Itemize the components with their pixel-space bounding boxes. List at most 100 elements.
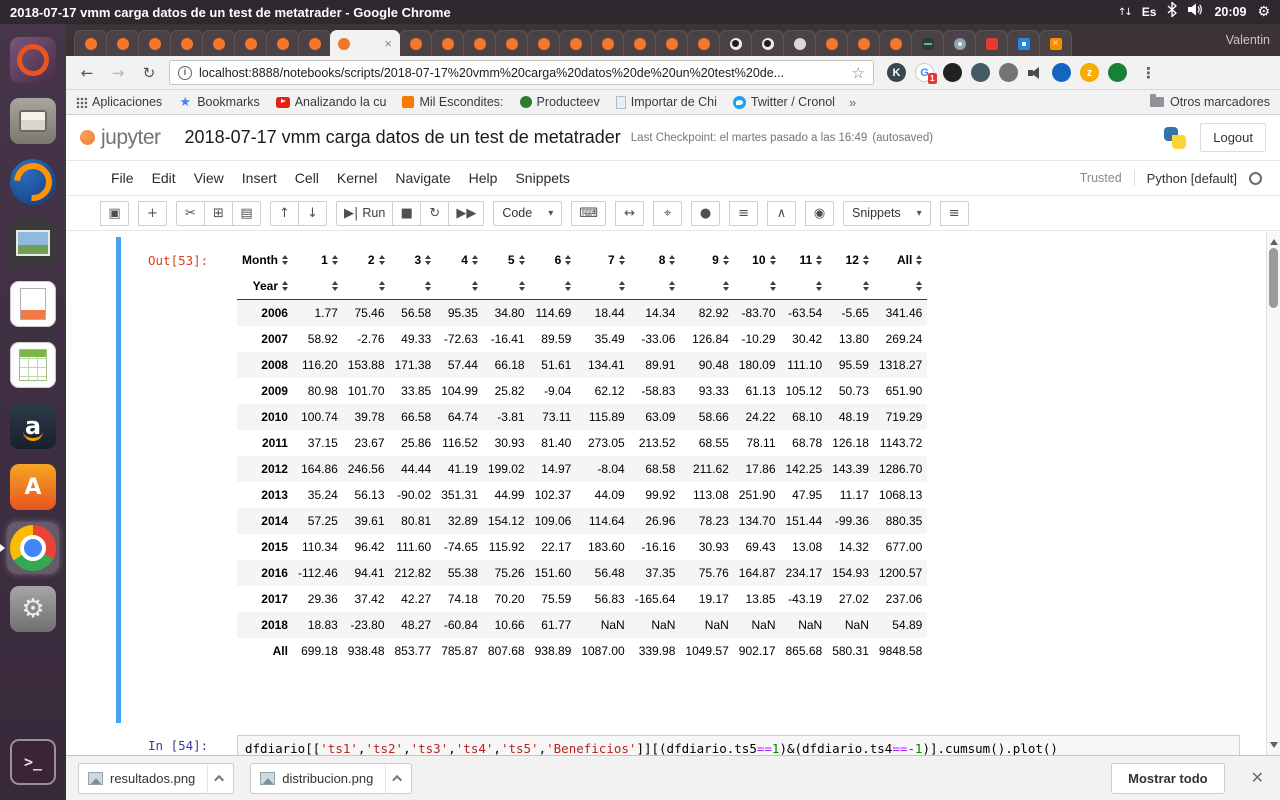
restart-run-all-button[interactable]: ▶▶ xyxy=(448,201,484,226)
browser-tab[interactable] xyxy=(815,30,848,56)
page-scrollbar[interactable] xyxy=(1266,232,1280,755)
sort-icon[interactable] xyxy=(863,281,869,291)
browser-tab[interactable] xyxy=(847,30,880,56)
browser-tab[interactable] xyxy=(431,30,464,56)
hide-input-button[interactable]: ◉ xyxy=(805,201,834,226)
browser-tab[interactable] xyxy=(911,30,944,56)
ext-green-icon[interactable] xyxy=(1108,63,1127,82)
ext-gray-icon[interactable] xyxy=(999,63,1018,82)
sort-icon[interactable] xyxy=(519,255,525,265)
launcher-item-chrome[interactable] xyxy=(7,522,59,574)
sort-icon[interactable] xyxy=(379,281,385,291)
collapse-heading-button[interactable]: ∧ xyxy=(767,201,796,226)
output-cell[interactable]: Out[53]: Month123456789101112AllYear2006… xyxy=(116,237,1240,723)
show-all-downloads-button[interactable]: Mostrar todo xyxy=(1111,763,1224,794)
snippets-list-button[interactable]: ≡ xyxy=(940,201,969,226)
browser-tab[interactable] xyxy=(751,30,784,56)
move-cell-up-button[interactable]: ↑ xyxy=(270,201,299,226)
jupyter-logo[interactable]: jupyter xyxy=(80,126,161,150)
sort-icon[interactable] xyxy=(816,255,822,265)
network-arrows-icon[interactable]: ↑↓ xyxy=(1118,7,1131,18)
sort-icon[interactable] xyxy=(332,281,338,291)
bookmark-youtube[interactable]: Analizando la cu xyxy=(276,95,387,109)
launcher-item-firefox[interactable] xyxy=(7,156,59,208)
cell-type-select[interactable]: Code ▾ xyxy=(493,201,562,226)
bluetooth-icon[interactable] xyxy=(1167,2,1177,22)
launcher-item-files[interactable] xyxy=(7,95,59,147)
download-menu-button[interactable] xyxy=(207,764,233,793)
sort-icon[interactable] xyxy=(916,281,922,291)
browser-tab[interactable] xyxy=(559,30,592,56)
sort-icon[interactable] xyxy=(425,281,431,291)
resize-arrows-button[interactable]: ↔ xyxy=(615,201,644,226)
browser-tab[interactable] xyxy=(943,30,976,56)
paste-cell-button[interactable]: ▤ xyxy=(232,201,261,226)
chrome-menu-button[interactable]: ⋮ xyxy=(1136,64,1161,82)
menu-insert[interactable]: Insert xyxy=(233,164,286,192)
launcher-item-ubuntu-dash[interactable] xyxy=(7,34,59,86)
address-bar[interactable]: i localhost:8888/notebooks/scripts/2018-… xyxy=(169,60,874,85)
sort-icon[interactable] xyxy=(916,255,922,265)
browser-tab[interactable] xyxy=(975,30,1008,56)
bookmark-doc[interactable]: Importar de Chi xyxy=(616,95,717,109)
menu-cell[interactable]: Cell xyxy=(286,164,328,192)
menu-snippets[interactable]: Snippets xyxy=(506,164,578,192)
browser-tab[interactable] xyxy=(655,30,688,56)
clock[interactable]: 20:09 xyxy=(1214,5,1246,19)
menu-file[interactable]: File xyxy=(102,164,143,192)
ext-google-icon[interactable]: G1 xyxy=(915,63,934,82)
browser-tab[interactable] xyxy=(298,30,331,56)
ext-dark-2-icon[interactable] xyxy=(971,63,990,82)
ext-yellow-icon[interactable]: z xyxy=(1080,63,1099,82)
browser-tab[interactable] xyxy=(138,30,171,56)
download-item[interactable]: distribucion.png xyxy=(250,763,412,794)
scroll-down-arrow[interactable] xyxy=(1270,742,1278,752)
menu-help[interactable]: Help xyxy=(460,164,507,192)
sort-icon[interactable] xyxy=(379,255,385,265)
interrupt-kernel-button[interactable]: ■ xyxy=(392,201,421,226)
code-editor[interactable]: dfdiario[['ts1','ts2','ts3','ts4','ts5',… xyxy=(237,735,1240,755)
bookmark-star-icon[interactable]: ☆ xyxy=(852,64,865,82)
browser-tab[interactable] xyxy=(591,30,624,56)
launcher-item-libreoffice-impress[interactable] xyxy=(7,278,59,330)
sort-icon[interactable] xyxy=(669,281,675,291)
notebook-title[interactable]: 2018-07-17 vmm carga datos de un test de… xyxy=(185,127,621,148)
launcher-item-image-viewer[interactable] xyxy=(7,217,59,269)
reload-button[interactable]: ↻ xyxy=(138,64,160,82)
browser-tab[interactable] xyxy=(202,30,235,56)
launcher-item-ubuntu-software[interactable] xyxy=(7,461,59,513)
back-button[interactable]: ← xyxy=(76,64,98,82)
snippets-select[interactable]: Snippets ▾ xyxy=(843,201,931,226)
copy-cell-button[interactable]: ⊞ xyxy=(204,201,233,226)
launcher-item-amazon[interactable] xyxy=(7,400,59,452)
sort-icon[interactable] xyxy=(770,255,776,265)
toc-list-button[interactable]: ≡ xyxy=(729,201,758,226)
scroll-up-arrow[interactable] xyxy=(1270,235,1278,245)
bookmark-apps[interactable]: Aplicaciones xyxy=(76,95,162,109)
volume-icon[interactable] xyxy=(1188,3,1203,21)
browser-tab[interactable] xyxy=(623,30,656,56)
info-icon[interactable]: i xyxy=(178,66,192,80)
sort-icon[interactable] xyxy=(669,255,675,265)
menu-view[interactable]: View xyxy=(185,164,233,192)
launcher-item-libreoffice-calc[interactable] xyxy=(7,339,59,391)
bookmark-orange[interactable]: Mil Escondites: xyxy=(402,95,503,109)
github-share-button[interactable]: ● xyxy=(691,201,720,226)
input-cell[interactable]: In [54]: dfdiario[['ts1','ts2','ts3','ts… xyxy=(116,731,1240,755)
sort-icon[interactable] xyxy=(816,281,822,291)
sort-icon[interactable] xyxy=(282,255,288,265)
browser-tab[interactable] xyxy=(719,30,752,56)
session-gear-icon[interactable]: ⚙ xyxy=(1257,4,1270,20)
launcher-item-system-settings[interactable] xyxy=(7,583,59,635)
sort-icon[interactable] xyxy=(565,255,571,265)
sort-icon[interactable] xyxy=(472,255,478,265)
other-bookmarks-folder[interactable]: Otros marcadores xyxy=(1150,95,1270,109)
download-menu-button[interactable] xyxy=(385,764,411,793)
browser-tab[interactable] xyxy=(783,30,816,56)
browser-tab[interactable] xyxy=(1039,30,1072,56)
cut-cell-button[interactable]: ✂ xyxy=(176,201,205,226)
browser-tab[interactable] xyxy=(879,30,912,56)
command-palette-button[interactable]: ⌨ xyxy=(571,201,606,226)
browser-tab[interactable] xyxy=(266,30,299,56)
sort-icon[interactable] xyxy=(770,281,776,291)
